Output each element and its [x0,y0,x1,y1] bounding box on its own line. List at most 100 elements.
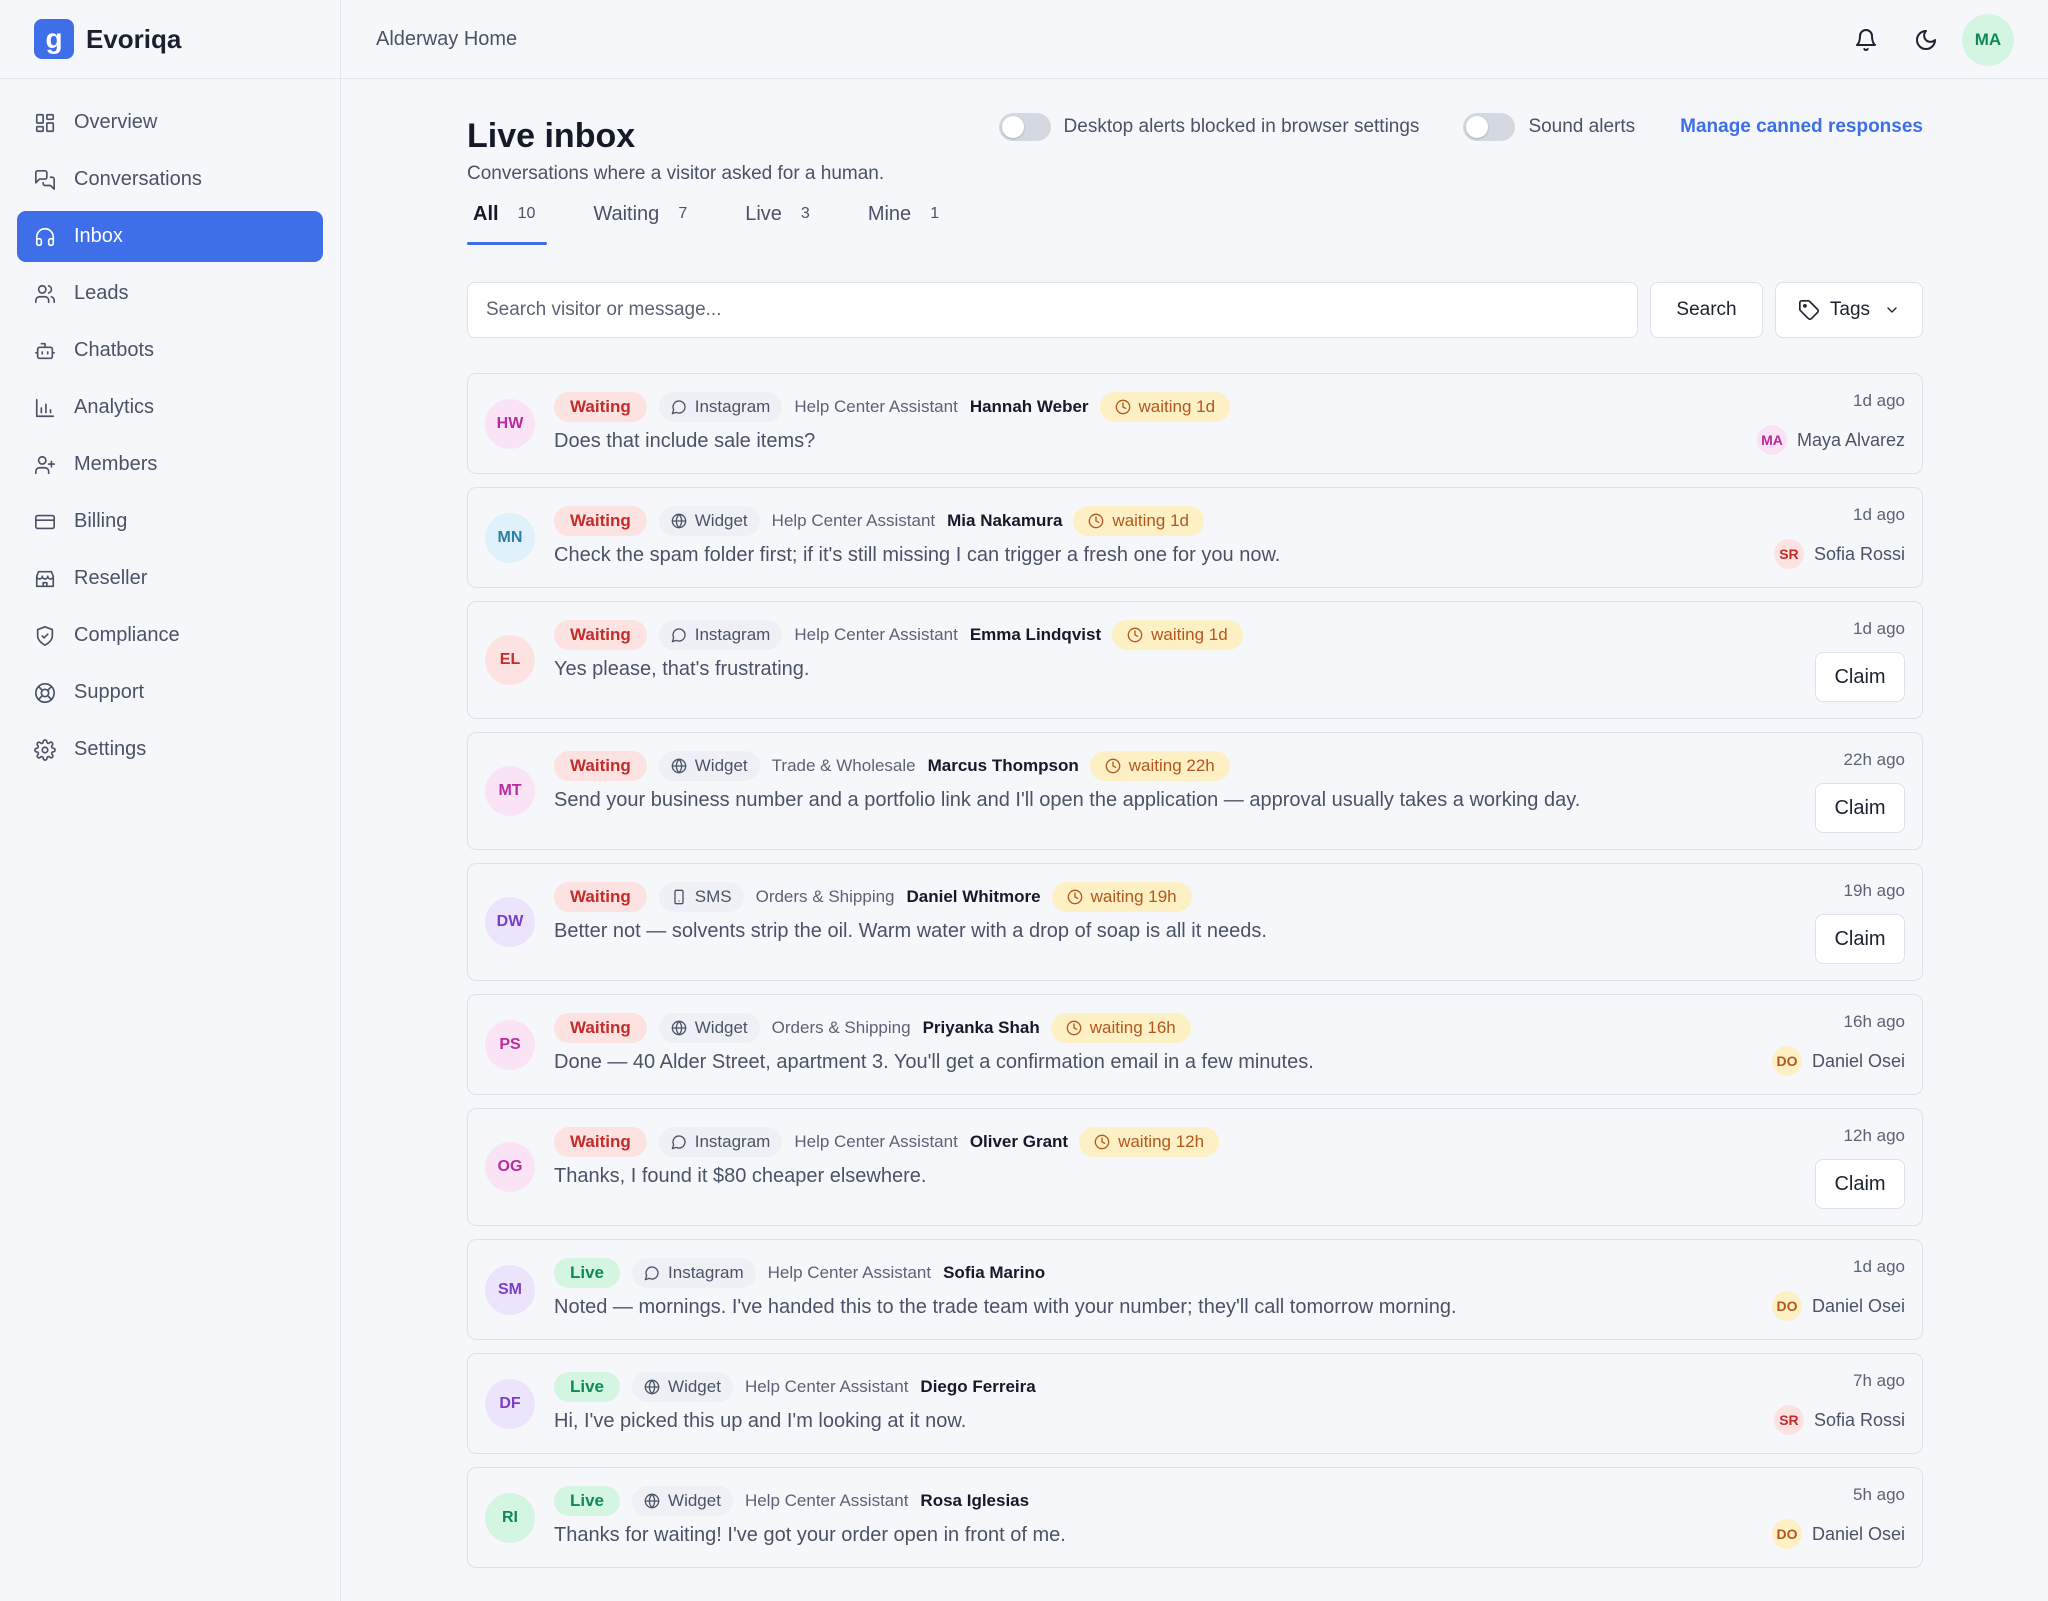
sidebar-item-reseller[interactable]: Reseller [17,553,323,604]
sidebar-item-label: Reseller [74,567,148,589]
tab-waiting[interactable]: Waiting 7 [587,197,699,245]
sidebar-item-label: Inbox [74,225,123,247]
globe-icon [644,1493,668,1509]
conversation-row[interactable]: RI Live Widget Help Center Assistant Rosa Ig… [467,1467,1923,1568]
tab-mine[interactable]: Mine 1 [862,197,951,245]
message-preview: Thanks for waiting! I've got your order … [554,1524,1066,1546]
sidebar-item-label: Support [74,681,145,703]
channel-label: Instagram [694,625,771,644]
sidebar-item-billing[interactable]: Billing [17,496,323,547]
desktop-alerts-toggle[interactable] [998,113,1051,141]
tab-count: 1 [930,205,940,222]
search-input[interactable] [467,282,1638,338]
message-preview: Thanks, I found it $80 cheaper elsewhere… [554,1165,927,1187]
conversation-row[interactable]: DF Live Widget Help Center Assistant Diego F… [467,1353,1923,1454]
sidebar-item-overview[interactable]: Overview [17,97,323,148]
channel-label: Widget [694,511,748,530]
phone-icon [671,889,695,905]
sidebar-item-inbox[interactable]: Inbox [17,211,323,262]
assignee: DO Daniel Osei [1771,1046,1905,1076]
conversation-row[interactable]: MN Waiting Widget Help Center Assistant Mia … [467,487,1923,588]
sidebar-item-label: Settings [74,738,147,760]
channel-label: Instagram [694,1132,771,1151]
sidebar-item-analytics[interactable]: Analytics [17,382,323,433]
timestamp: 1d ago [1853,619,1905,638]
sidebar-item-label: Conversations [74,168,202,190]
bot-name: Help Center Assistant [794,397,958,416]
topbar: Alderway Home MA [341,0,2048,79]
timestamp: 7h ago [1853,1371,1905,1390]
brand-name: Evoriqa [86,23,182,54]
conversation-row[interactable]: OG Waiting Instagram Help Center Assistant O… [467,1108,1923,1226]
claim-button[interactable]: Claim [1815,783,1905,833]
conversation-row[interactable]: SM Live Instagram Help Center Assistant Sofi… [467,1239,1923,1340]
bot-name: Trade & Wholesale [771,756,916,775]
claim-button[interactable]: Claim [1815,1159,1905,1209]
assignee-name: Maya Alvarez [1796,429,1905,450]
status-badge: Waiting [554,751,647,781]
message-preview: Noted — mornings. I've handed this to th… [554,1296,1457,1318]
assignee: DO Daniel Osei [1771,1291,1905,1321]
tags-label: Tags [1829,299,1871,320]
conversation-meta: Waiting Instagram Help Center Assistant Han… [554,391,1231,423]
conversation-row[interactable]: DW Waiting SMS Orders & Shipping Daniel Whit… [467,863,1923,981]
conversation-row[interactable]: EL Waiting Instagram Help Center Assistant E… [467,601,1923,719]
assignee-name: Daniel Osei [1811,1295,1905,1316]
channel-badge: Widget [632,1486,733,1516]
sidebar-item-leads[interactable]: Leads [17,268,323,319]
message-preview: Send your business number and a portfoli… [554,789,1581,811]
lifebuoy-icon [34,682,56,704]
channel-badge: Instagram [658,1127,783,1157]
tab-label: Mine [867,203,912,225]
timestamp: 16h ago [1843,1012,1905,1031]
sidebar-item-support[interactable]: Support [17,667,323,718]
chat-bubble-icon [671,627,695,643]
bot-name: Help Center Assistant [794,1132,958,1151]
claim-button[interactable]: Claim [1815,914,1905,964]
assignee-name: Sofia Rossi [1813,543,1905,564]
channel-badge: Widget [658,751,760,781]
shield-icon [34,625,56,647]
clock-icon [1067,889,1091,905]
brand[interactable]: g Evoriqa [0,0,340,79]
sidebar-nav: Overview Conversations Inbox Leads Chatbots A… [0,79,340,799]
assignee: MA Maya Alvarez [1756,425,1905,455]
user-avatar[interactable]: MA [1962,14,2014,66]
claim-button[interactable]: Claim [1815,652,1905,702]
search-button[interactable]: Search [1650,282,1763,338]
visitor-name: Mia Nakamura [947,511,1063,530]
bot-name: Help Center Assistant [744,1491,909,1510]
tab-live[interactable]: Live 3 [739,197,822,245]
sidebar-item-members[interactable]: Members [17,439,323,490]
assignee-avatar: SR [1773,1405,1804,1435]
manage-canned-responses-link[interactable]: Manage canned responses [1680,116,1923,138]
sound-alerts-label: Sound alerts [1528,116,1636,137]
notifications-button[interactable] [1846,20,1886,60]
chat-bubble-icon [671,1134,695,1150]
theme-toggle-button[interactable] [1906,20,1946,60]
sidebar-item-conversations[interactable]: Conversations [17,154,323,205]
clock-icon [1115,399,1139,415]
channel-label: Widget [668,1491,721,1510]
globe-icon [671,513,695,529]
tab-all[interactable]: All 10 [467,197,548,245]
org-name[interactable]: Alderway Home [376,28,517,51]
wait-time-label: waiting 22h [1128,756,1215,775]
status-badge: Live [554,1258,621,1288]
conversation-row[interactable]: PS Waiting Widget Orders & Shipping Priyanka… [467,994,1923,1095]
clock-icon [1127,627,1151,643]
conversation-row[interactable]: MT Waiting Widget Trade & Wholesale Marcus T… [467,732,1923,850]
gear-icon [34,738,56,761]
bot-name: Help Center Assistant [794,625,958,644]
tags-dropdown[interactable]: Tags [1775,282,1923,338]
sidebar-item-compliance[interactable]: Compliance [17,610,323,661]
channel-badge: Widget [658,506,760,536]
sound-alerts-toggle[interactable] [1463,113,1516,141]
sidebar-item-label: Compliance [74,624,180,646]
conversation-meta: Waiting Widget Orders & Shipping Priyanka S… [554,1012,1191,1044]
conversation-row[interactable]: HW Waiting Instagram Help Center Assistant H… [467,373,1923,474]
sidebar-item-settings[interactable]: Settings [17,724,323,775]
sidebar-item-chatbots[interactable]: Chatbots [17,325,323,376]
visitor-name: Oliver Grant [969,1132,1069,1151]
page-subtitle: Conversations where a visitor asked for … [467,163,885,184]
